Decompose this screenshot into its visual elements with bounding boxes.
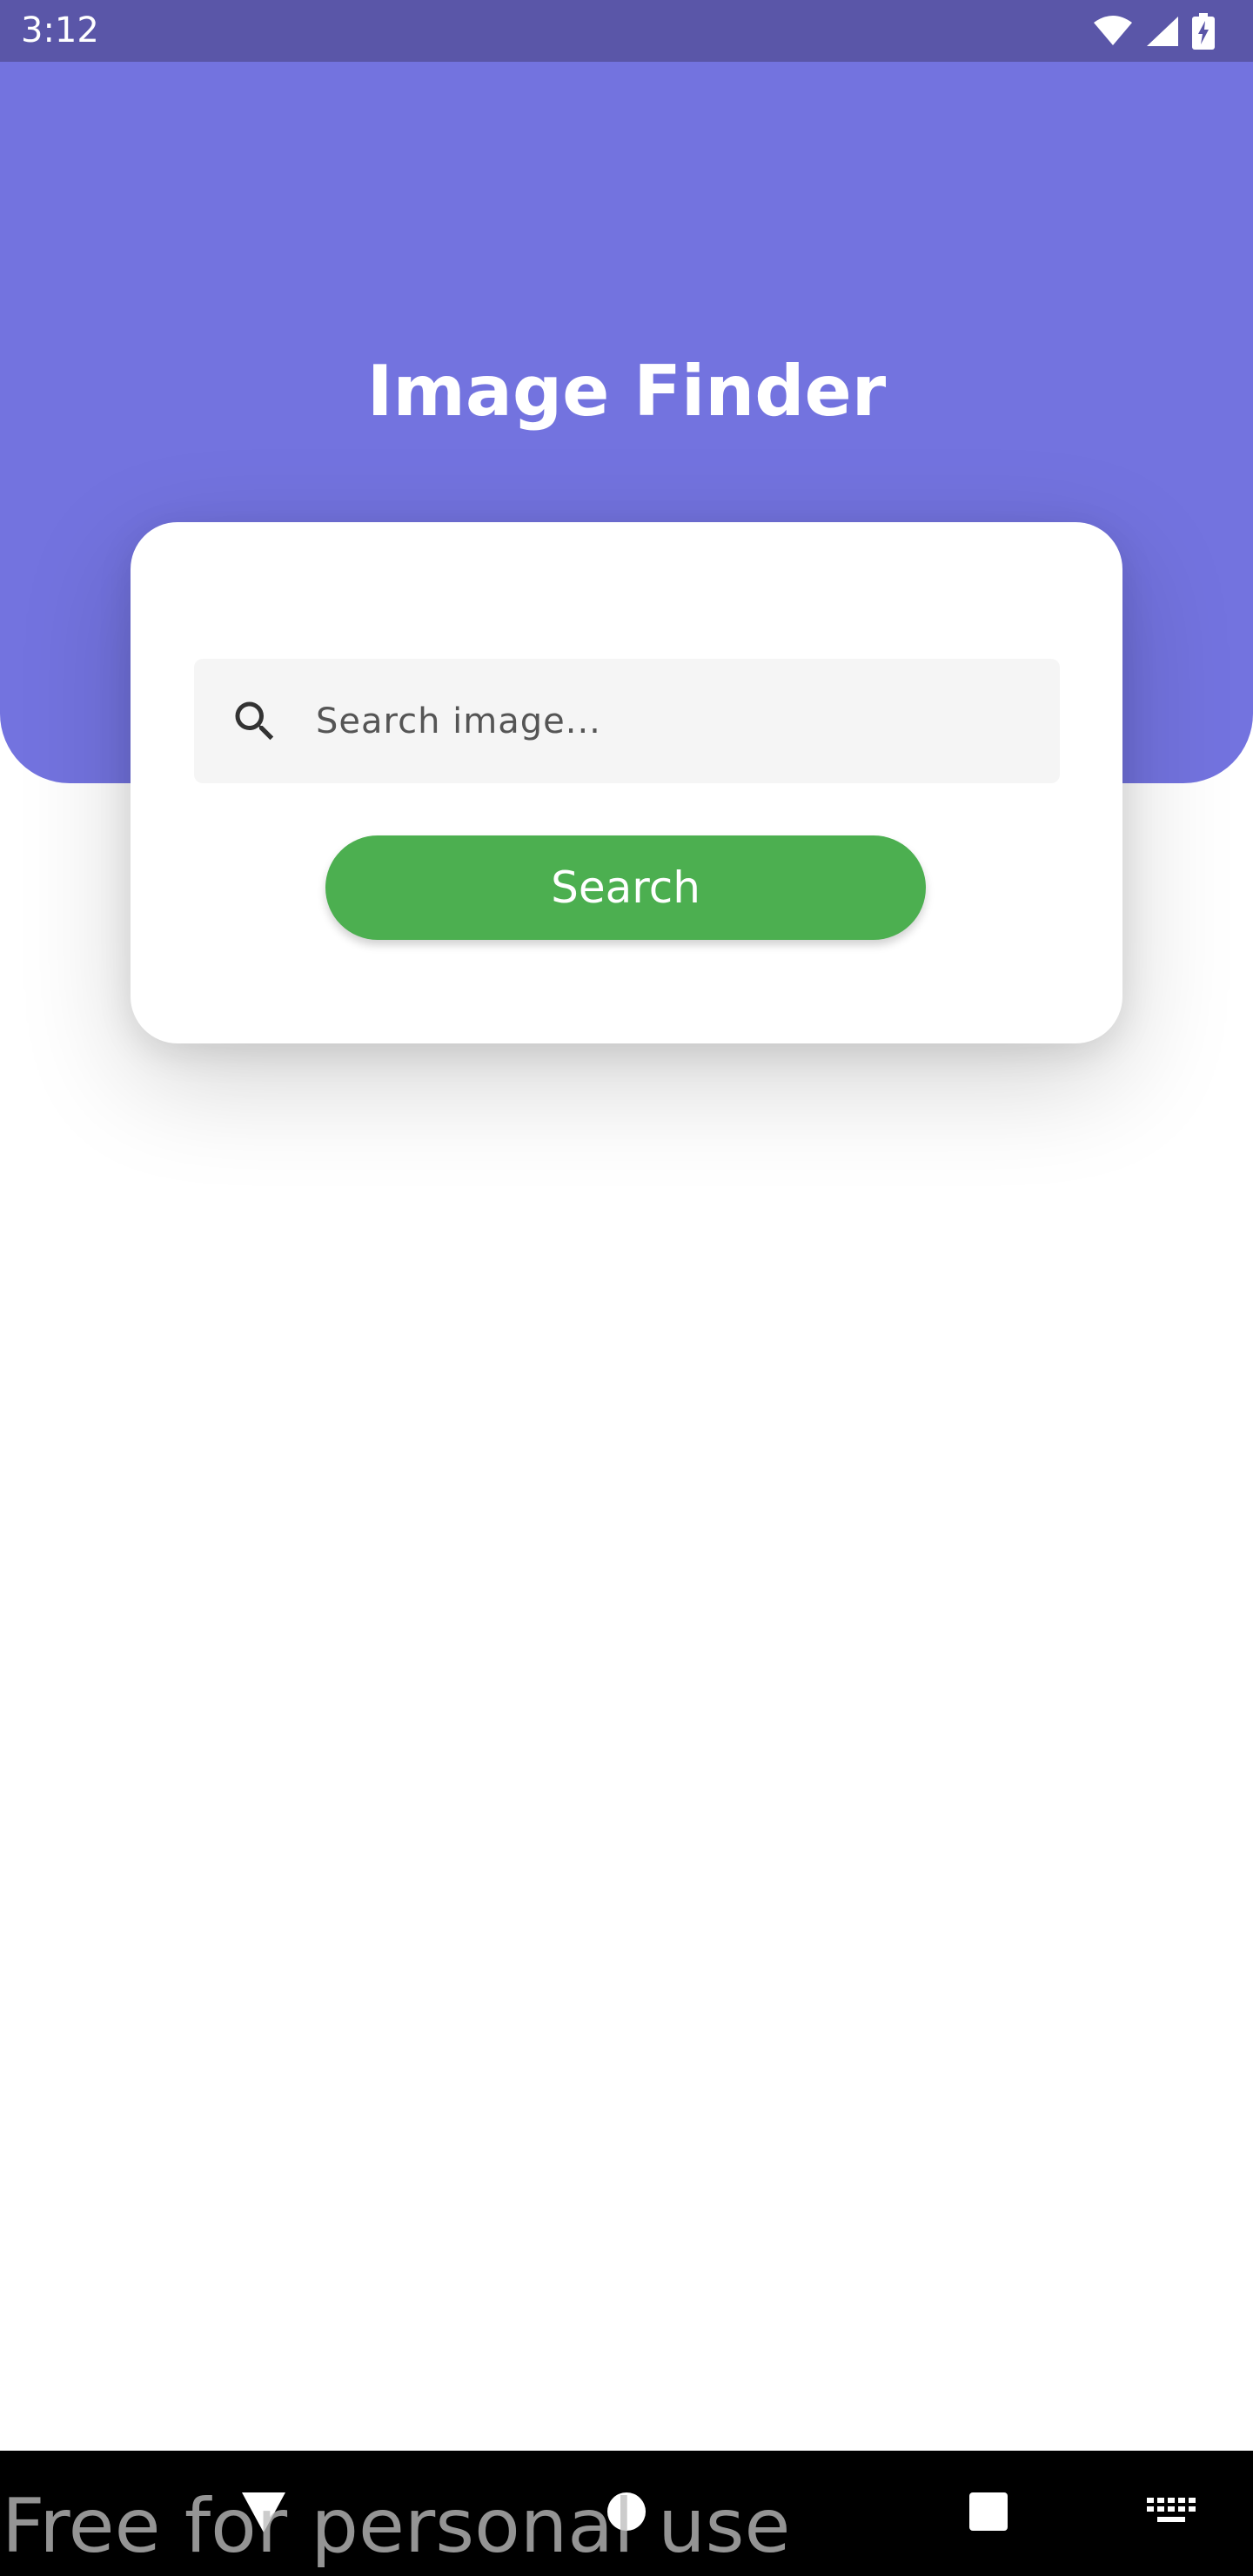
navigation-bar bbox=[0, 2451, 1253, 2576]
status-time: 3:12 bbox=[21, 10, 99, 50]
wifi-icon bbox=[1094, 16, 1132, 45]
recents-icon[interactable] bbox=[969, 2492, 1008, 2531]
status-icons bbox=[1093, 12, 1215, 50]
search-input[interactable] bbox=[316, 659, 1029, 783]
back-icon[interactable] bbox=[242, 2492, 285, 2532]
search-button[interactable]: Search bbox=[325, 835, 926, 940]
battery-charging-icon bbox=[1192, 13, 1215, 50]
home-icon[interactable] bbox=[607, 2492, 646, 2531]
cellular-signal-icon bbox=[1147, 17, 1178, 46]
keyboard-icon[interactable] bbox=[1147, 2498, 1196, 2529]
page-title: Image Finder bbox=[366, 351, 887, 432]
search-field[interactable] bbox=[194, 659, 1060, 783]
status-bar: 3:12 bbox=[0, 0, 1253, 62]
search-icon bbox=[235, 701, 274, 741]
search-card: Search bbox=[131, 522, 1122, 1043]
